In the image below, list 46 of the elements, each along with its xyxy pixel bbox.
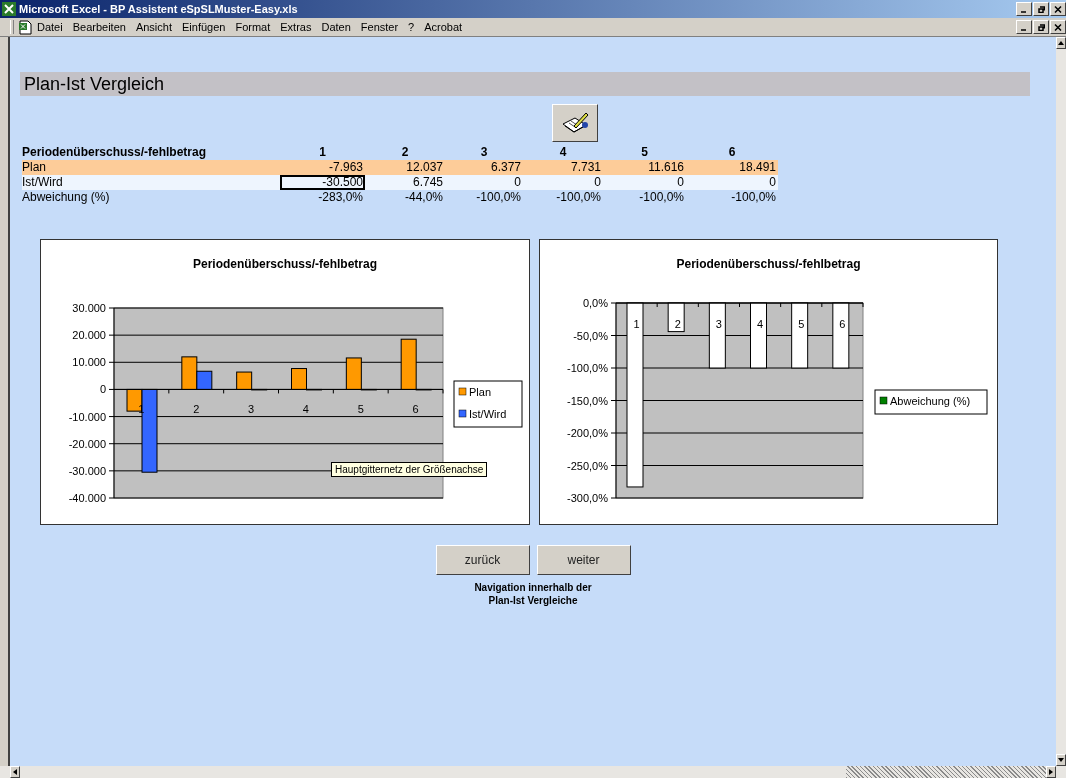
legend-label: Plan bbox=[469, 386, 492, 398]
axis-label: 4 bbox=[757, 318, 764, 330]
axis-label: 3 bbox=[715, 318, 722, 330]
axis-label: -150,0% bbox=[567, 394, 608, 407]
nav-caption: Navigation innerhalb der Plan-Ist Vergleiche bbox=[473, 581, 593, 607]
legend-label: Abweichung (%) bbox=[890, 395, 971, 407]
column-header: 4 bbox=[558, 145, 568, 160]
axis-label: -300,0% bbox=[567, 492, 608, 504]
axis-label: -50,0% bbox=[573, 329, 608, 342]
column-header: 3 bbox=[479, 145, 489, 160]
axis-label: 1 bbox=[633, 318, 640, 330]
sheet-heading: Plan-Ist Vergleich bbox=[20, 72, 1030, 96]
axis-label: 6 bbox=[839, 318, 846, 330]
axis-label: -10.000 bbox=[68, 410, 106, 423]
axis-label: 5 bbox=[357, 403, 364, 416]
row-label: Abweichung (%) bbox=[22, 190, 111, 205]
axis-label: 3 bbox=[248, 403, 255, 416]
axis-label: 2 bbox=[674, 318, 681, 330]
axis-label: 6 bbox=[412, 403, 419, 416]
axis-label: -20.000 bbox=[68, 437, 106, 450]
row-label: Ist/Wird bbox=[22, 175, 280, 190]
column-header: 5 bbox=[640, 145, 649, 160]
axis-label: -250,0% bbox=[567, 459, 608, 472]
column-header: 2 bbox=[400, 145, 410, 160]
column-header: 1 bbox=[318, 145, 327, 160]
table-title: Periodenüberschuss/-fehlbetrag bbox=[22, 145, 208, 160]
axis-label: 1 bbox=[138, 403, 145, 416]
axis-label: 0,0% bbox=[582, 297, 608, 309]
axis-label: -200,0% bbox=[567, 427, 608, 439]
tooltip: Hauptgitternetz der Größenachse bbox=[331, 462, 488, 477]
axis-label: 30.000 bbox=[72, 302, 106, 314]
chart-title: Periodenüberschuss/-fehlbetrag bbox=[676, 257, 861, 271]
axis-label: 10.000 bbox=[72, 356, 106, 369]
axis-label: 20.000 bbox=[72, 329, 106, 342]
chart-title: Periodenüberschuss/-fehlbetrag bbox=[193, 257, 377, 271]
axis-label: 5 bbox=[798, 318, 805, 330]
column-header: 6 bbox=[727, 145, 737, 160]
axis-label: 2 bbox=[193, 403, 200, 416]
axis-label: -30.000 bbox=[68, 464, 106, 477]
window-title: Microsoft Excel - BP Assistent eSpSLMuster-Easy.xls bbox=[19, 3, 298, 15]
legend-label: Ist/Wird bbox=[469, 408, 507, 420]
axis-label: 0 bbox=[99, 383, 106, 396]
row-label: Plan bbox=[22, 160, 280, 175]
axis-label: 4 bbox=[302, 403, 309, 416]
axis-label: -40.000 bbox=[68, 492, 106, 504]
axis-label: -100,0% bbox=[567, 362, 608, 374]
